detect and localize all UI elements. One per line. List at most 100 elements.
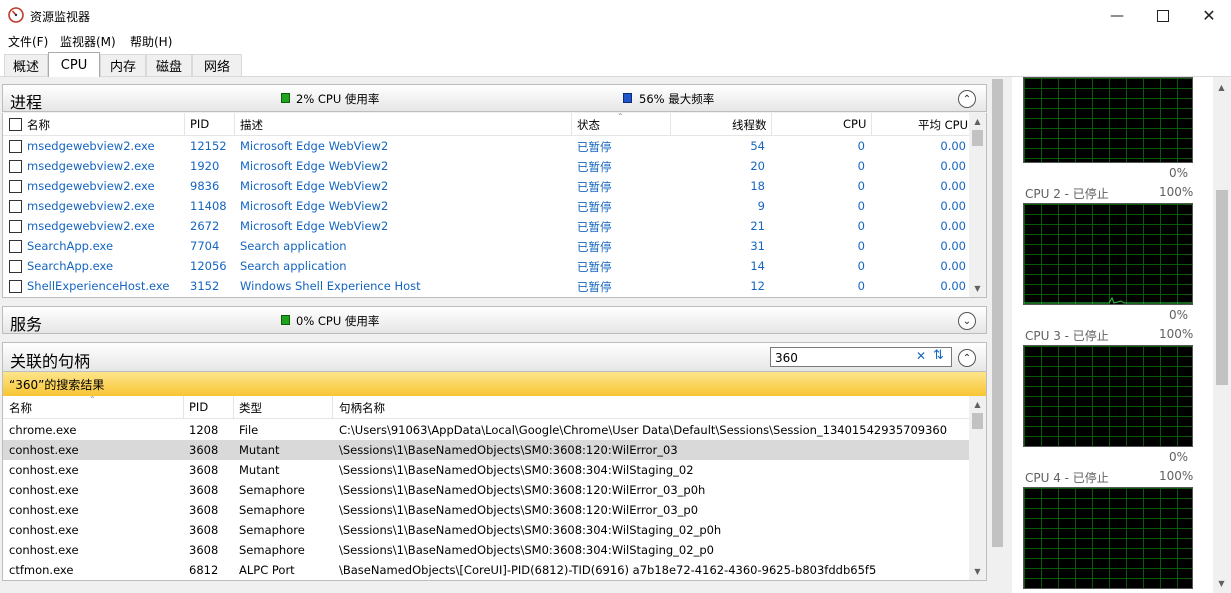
collapse-processes-button[interactable]: ⌃ <box>958 90 976 108</box>
col-divider <box>771 113 772 135</box>
tab-cpu[interactable]: CPU <box>48 52 100 77</box>
process-row[interactable]: SearchApp.exe 12056 Search application 已暂停 1… <box>3 256 971 276</box>
tab-network[interactable]: 网络 <box>192 54 242 76</box>
handle-process-name: conhost.exe <box>9 543 79 557</box>
process-checkbox[interactable] <box>9 180 22 193</box>
process-avg-cpu: 0.00 <box>940 199 966 213</box>
process-checkbox[interactable] <box>9 260 22 273</box>
handle-row[interactable]: conhost.exe 3608 Semaphore \Sessions\1\Base… <box>3 540 971 560</box>
handle-row[interactable]: conhost.exe 3608 Mutant \Sessions\1\BaseNam… <box>3 440 971 460</box>
close-button[interactable]: ✕ <box>1186 0 1231 31</box>
handle-row[interactable]: ctfmon.exe 6812 ALPC Port \BaseNamedObjects… <box>3 560 971 580</box>
scroll-up-icon[interactable]: ▲ <box>969 113 986 130</box>
process-pid: 3152 <box>190 279 220 293</box>
search-result-text: “360”的搜索结果 <box>9 378 105 392</box>
menu-file[interactable]: 文件(F) <box>8 33 48 50</box>
col-cpu[interactable]: CPU <box>843 117 866 131</box>
process-checkbox[interactable] <box>9 240 22 253</box>
col-status[interactable]: 状态 <box>577 117 600 133</box>
menu-monitor[interactable]: 监视器(M) <box>60 33 116 50</box>
handle-pid: 6812 <box>189 563 219 577</box>
handle-row[interactable]: conhost.exe 3608 Semaphore \Sessions\1\Base… <box>3 500 971 520</box>
process-checkbox[interactable] <box>9 280 22 293</box>
handles-title: 关联的句柄 <box>10 352 91 371</box>
process-row[interactable]: SearchApp.exe 7704 Search application 已暂停 31… <box>3 236 971 256</box>
handle-row[interactable]: chrome.exe 1208 File C:\Users\91063\AppData… <box>3 420 971 440</box>
select-all-checkbox[interactable] <box>9 118 22 131</box>
process-status: 已暂停 <box>577 240 612 254</box>
handle-pid: 3608 <box>189 543 219 557</box>
tab-disk[interactable]: 磁盘 <box>146 54 192 76</box>
col-desc[interactable]: 描述 <box>240 117 263 133</box>
scroll-down-icon[interactable]: ▼ <box>1213 575 1230 592</box>
scroll-thumb[interactable] <box>1216 190 1228 385</box>
maximize-button[interactable] <box>1140 0 1186 31</box>
services-cpu-usage: 0% CPU 使用率 <box>296 314 380 328</box>
col-divider <box>233 396 234 418</box>
col-type[interactable]: 类型 <box>239 400 262 416</box>
col-name[interactable]: 名称 <box>27 117 50 133</box>
process-checkbox[interactable] <box>9 140 22 153</box>
col-pid[interactable]: PID <box>190 117 209 131</box>
process-desc: Windows Shell Experience Host <box>240 279 421 293</box>
tab-overview[interactable]: 概述 <box>4 54 48 76</box>
handle-row[interactable]: conhost.exe 3608 Mutant \Sessions\1\BaseNam… <box>3 460 971 480</box>
left-pane-scrollbar[interactable] <box>989 77 1006 593</box>
process-row[interactable]: msedgewebview2.exe 1920 Microsoft Edge Web… <box>3 156 971 176</box>
scroll-down-icon[interactable]: ▼ <box>969 280 986 297</box>
cpu-4-graph <box>1023 487 1193 589</box>
handles-header[interactable]: 关联的句柄 ✕ ⇅ ⌃ <box>2 342 987 372</box>
handle-search-box[interactable]: ✕ ⇅ <box>770 347 952 367</box>
handle-row[interactable]: conhost.exe 3608 Semaphore \Sessions\1\Base… <box>3 480 971 500</box>
process-name: msedgewebview2.exe <box>27 199 155 213</box>
handle-pid: 3608 <box>189 443 219 457</box>
process-status: 已暂停 <box>577 200 612 214</box>
handle-row[interactable]: conhost.exe 3608 Semaphore \Sessions\1\Base… <box>3 520 971 540</box>
tab-memory[interactable]: 内存 <box>100 54 146 76</box>
services-header[interactable]: 服务 0% CPU 使用率 ⌄ <box>2 306 987 334</box>
chevron-up-icon: ⌃ <box>962 93 972 105</box>
expand-services-button[interactable]: ⌄ <box>958 312 976 330</box>
col-name[interactable]: 名称 <box>9 400 32 416</box>
scroll-thumb[interactable] <box>972 413 983 429</box>
collapse-handles-button[interactable]: ⌃ <box>958 349 976 367</box>
process-checkbox[interactable] <box>9 220 22 233</box>
process-row[interactable]: msedgewebview2.exe 2672 Microsoft Edge Web… <box>3 216 971 236</box>
scroll-thumb[interactable] <box>972 130 983 146</box>
cpu-2-min-label: 0% <box>1169 308 1189 322</box>
scroll-up-icon[interactable]: ▲ <box>969 396 986 413</box>
col-avg-cpu[interactable]: 平均 CPU <box>918 117 968 133</box>
processes-scrollbar[interactable]: ▲ ▼ <box>969 113 986 297</box>
handle-process-name: conhost.exe <box>9 443 79 457</box>
col-handle-name[interactable]: 句柄名称 <box>339 400 385 416</box>
process-cpu: 0 <box>857 139 865 153</box>
process-row[interactable]: msedgewebview2.exe 12152 Microsoft Edge We… <box>3 136 971 156</box>
process-checkbox[interactable] <box>9 200 22 213</box>
clear-search-icon[interactable]: ✕ <box>916 349 926 363</box>
handles-scrollbar[interactable]: ▲ ▼ <box>969 396 986 580</box>
process-row[interactable]: msedgewebview2.exe 11408 Microsoft Edge We… <box>3 196 971 216</box>
handle-search-input[interactable] <box>773 349 917 366</box>
scroll-down-icon[interactable]: ▼ <box>969 563 986 580</box>
col-threads[interactable]: 线程数 <box>732 117 767 133</box>
graphs-scrollbar[interactable]: ▲ ▼ <box>1213 77 1231 593</box>
minimize-button[interactable]: — <box>1094 0 1140 31</box>
col-pid[interactable]: PID <box>189 400 208 414</box>
handle-type: Semaphore <box>239 523 305 537</box>
menu-help[interactable]: 帮助(H) <box>130 33 172 50</box>
process-threads: 9 <box>757 199 765 213</box>
process-row[interactable]: ShellExperienceHost.exe 3152 Windows Shell… <box>3 276 971 296</box>
refresh-search-icon[interactable]: ⇅ <box>933 348 944 363</box>
process-pid: 7704 <box>190 239 220 253</box>
process-row[interactable]: msedgewebview2.exe 9836 Microsoft Edge Web… <box>3 176 971 196</box>
processes-header[interactable]: 进程 2% CPU 使用率 56% 最大频率 ⌃ <box>2 84 987 112</box>
handle-name: \Sessions\1\BaseNamedObjects\SM0:3608:30… <box>339 463 694 477</box>
services-title: 服务 <box>10 315 43 334</box>
handle-type: Semaphore <box>239 543 305 557</box>
chevron-up-icon: ⌃ <box>962 352 972 364</box>
process-cpu: 0 <box>857 259 865 273</box>
scroll-thumb[interactable] <box>992 79 1003 547</box>
process-checkbox[interactable] <box>9 160 22 173</box>
col-divider <box>871 113 872 135</box>
scroll-up-icon[interactable]: ▲ <box>1213 79 1230 96</box>
